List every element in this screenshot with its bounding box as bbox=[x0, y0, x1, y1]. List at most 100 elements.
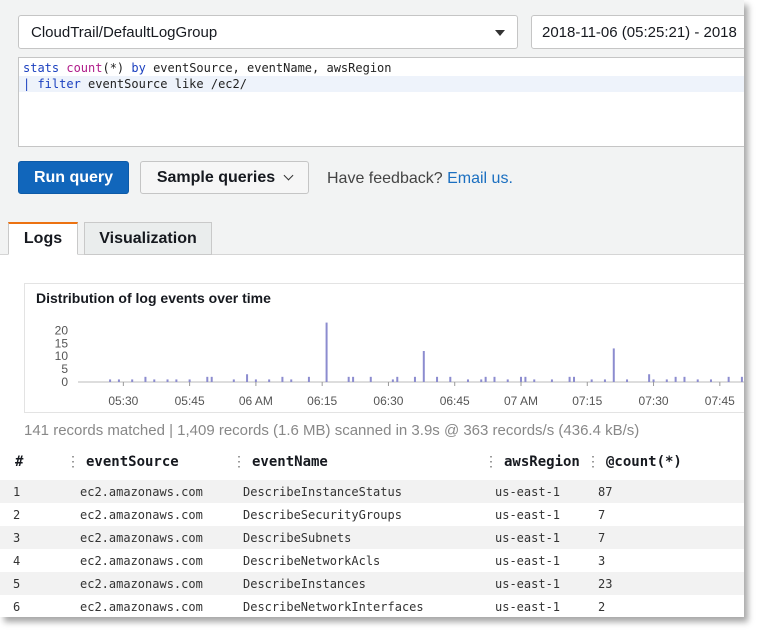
histogram-bar bbox=[166, 379, 169, 382]
histogram-bar bbox=[493, 376, 496, 382]
histogram-bar bbox=[188, 379, 191, 382]
cell-aws-region: us-east-1 bbox=[495, 577, 561, 591]
histogram-bar bbox=[466, 379, 469, 382]
x-tick-label: 06:45 bbox=[440, 394, 470, 408]
histogram-bar bbox=[352, 376, 355, 382]
cell-number: 6 bbox=[13, 600, 21, 614]
histogram-bar bbox=[422, 351, 425, 382]
log-group-value: CloudTrail/DefaultLogGroup bbox=[31, 24, 218, 41]
histogram-bar bbox=[413, 376, 416, 382]
email-us-link[interactable]: Email us. bbox=[447, 170, 513, 187]
sample-queries-button[interactable]: Sample queries bbox=[140, 161, 309, 194]
cell-event-name: DescribeInstances bbox=[243, 577, 366, 591]
x-tick-label: 07 AM bbox=[504, 394, 538, 408]
histogram-bar bbox=[117, 379, 120, 382]
column-header-count[interactable]: ⋮ @count(*) bbox=[586, 454, 682, 470]
histogram-bar bbox=[674, 376, 677, 382]
histogram-bar bbox=[612, 348, 615, 382]
column-header-event-name[interactable]: ⋮ eventName bbox=[232, 454, 328, 470]
y-tick-label: 0 bbox=[61, 375, 68, 389]
column-header-number[interactable]: # bbox=[15, 454, 23, 470]
x-tick-label: 06:15 bbox=[307, 394, 337, 408]
run-query-button[interactable]: Run query bbox=[18, 161, 129, 194]
cell-number: 4 bbox=[13, 554, 21, 568]
chevron-down-icon bbox=[283, 170, 294, 181]
cell-event-name: DescribeSecurityGroups bbox=[243, 508, 402, 522]
x-tick-label: 07:15 bbox=[572, 394, 602, 408]
query-line-2-token-2: eventSource like /ec2/ bbox=[88, 77, 247, 91]
query-line-1-token-1: count bbox=[66, 61, 103, 75]
cell-number: 5 bbox=[13, 577, 21, 591]
table-row[interactable]: 6 ec2.amazonaws.com DescribeNetworkInterfa… bbox=[0, 595, 744, 617]
histogram-bar bbox=[590, 379, 593, 382]
tab-visualization[interactable]: Visualization bbox=[84, 222, 212, 255]
query-line-2-token-0: | bbox=[23, 77, 38, 91]
histogram-chart: 05101520 05:30 05:45 06 AM 06:15 06:30 06:45 07… bbox=[55, 322, 744, 408]
feedback-prompt: Have feedback? Email us. bbox=[327, 170, 513, 188]
table-row[interactable]: 1 ec2.amazonaws.com DescribeInstanceStatus… bbox=[0, 480, 744, 503]
x-tick-label: 06:30 bbox=[373, 394, 403, 408]
cell-aws-region: us-east-1 bbox=[495, 600, 561, 614]
x-tick-label: 05:30 bbox=[108, 394, 138, 408]
y-tick-label: 10 bbox=[55, 349, 69, 363]
y-tick-label: 20 bbox=[55, 323, 69, 337]
table-row[interactable]: 4 ec2.amazonaws.com DescribeNetworkAcls us-… bbox=[0, 549, 744, 572]
cloudwatch-insights-window: CloudTrail/DefaultLogGroup 2018-11-06 (0… bbox=[0, 0, 744, 617]
histogram-bar bbox=[533, 379, 536, 382]
histogram-bar bbox=[246, 374, 249, 382]
histogram-bar bbox=[175, 379, 178, 382]
column-header-aws-region[interactable]: ⋮ awsRegion bbox=[484, 454, 580, 470]
column-header-event-source[interactable]: ⋮ eventSource bbox=[66, 454, 179, 470]
histogram-bar bbox=[740, 376, 743, 382]
table-header: # ⋮ eventSource ⋮ eventName ⋮ awsRegion ⋮ @c… bbox=[0, 448, 744, 478]
histogram-bar bbox=[506, 379, 509, 382]
x-tick-label: 05:45 bbox=[175, 394, 205, 408]
histogram-bar bbox=[524, 376, 527, 382]
histogram-bar bbox=[206, 376, 209, 382]
histogram-bar bbox=[268, 379, 271, 382]
histogram-bar bbox=[391, 379, 394, 382]
histogram-bar bbox=[603, 379, 606, 382]
query-line-1-token-4: eventSource, eventName, awsRegion bbox=[153, 61, 392, 75]
histogram-bar bbox=[550, 379, 553, 382]
time-range-value: 2018-11-06 (05:25:21) - 2018 bbox=[542, 24, 737, 41]
histogram-bar bbox=[347, 376, 350, 382]
cell-event-source: ec2.amazonaws.com bbox=[80, 554, 203, 568]
y-tick-label: 5 bbox=[61, 362, 68, 376]
sample-queries-label: Sample queries bbox=[156, 168, 276, 186]
query-line-2: | filter eventSource like /ec2/ bbox=[19, 76, 744, 92]
histogram-bar bbox=[153, 379, 156, 382]
cell-event-name: DescribeSubnets bbox=[243, 531, 352, 545]
histogram-bar bbox=[696, 379, 699, 382]
tab-logs[interactable]: Logs bbox=[8, 222, 78, 255]
histogram-bar bbox=[325, 322, 328, 382]
cell-event-source: ec2.amazonaws.com bbox=[80, 485, 203, 499]
histogram-bar bbox=[709, 379, 712, 382]
time-range-picker[interactable]: 2018-11-06 (05:25:21) - 2018 bbox=[531, 15, 744, 49]
query-line-1-token-3: by bbox=[131, 61, 154, 75]
histogram-bar bbox=[254, 379, 257, 382]
table-row[interactable]: 5 ec2.amazonaws.com DescribeInstances us-ea… bbox=[0, 572, 744, 595]
cell-count: 2 bbox=[598, 600, 606, 614]
cell-number: 2 bbox=[13, 508, 21, 522]
log-group-select[interactable]: CloudTrail/DefaultLogGroup bbox=[18, 15, 518, 49]
table-row[interactable]: 2 ec2.amazonaws.com DescribeSecurityGroups… bbox=[0, 503, 744, 526]
histogram-bar bbox=[210, 376, 213, 382]
x-tick-label: 07:30 bbox=[639, 394, 669, 408]
histogram-bar bbox=[369, 376, 372, 382]
cell-event-source: ec2.amazonaws.com bbox=[80, 508, 203, 522]
histogram-bar bbox=[480, 379, 483, 382]
cell-aws-region: us-east-1 bbox=[495, 485, 561, 499]
cell-event-name: DescribeNetworkAcls bbox=[243, 554, 381, 568]
histogram-bar bbox=[144, 376, 147, 382]
cell-number: 1 bbox=[13, 485, 21, 499]
cell-count: 3 bbox=[598, 554, 606, 568]
table-row[interactable]: 3 ec2.amazonaws.com DescribeSubnets us-east… bbox=[0, 526, 744, 549]
histogram-bar bbox=[648, 374, 651, 382]
histogram-bar bbox=[109, 379, 112, 382]
cell-count: 23 bbox=[598, 577, 613, 591]
query-editor[interactable]: stats count(*) by eventSource, eventName… bbox=[18, 57, 744, 147]
query-line-1-token-2: (*) bbox=[102, 61, 132, 75]
dropdown-caret-icon[interactable] bbox=[495, 30, 505, 36]
results-summary: 141 records matched | 1,409 records (1.6… bbox=[24, 422, 640, 439]
